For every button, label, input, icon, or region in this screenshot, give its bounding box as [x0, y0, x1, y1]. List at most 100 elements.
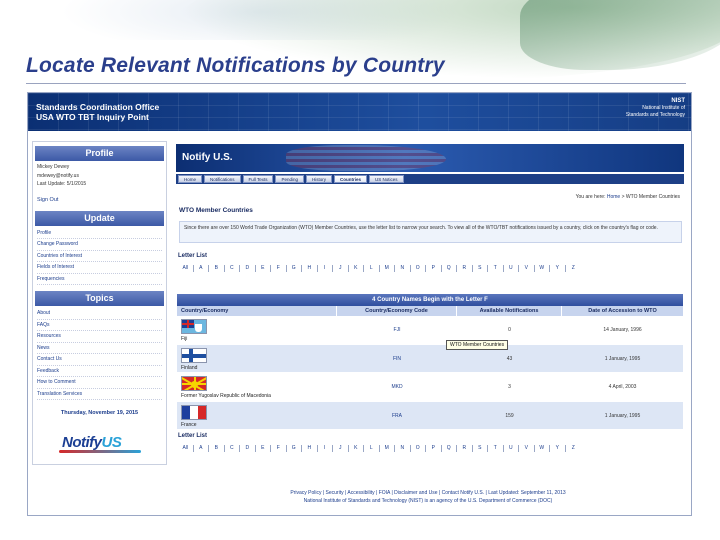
letter-link[interactable]: G	[287, 445, 302, 452]
letter-link[interactable]: O	[411, 265, 426, 272]
country-code-link[interactable]: FJI	[394, 327, 401, 333]
country-code-link[interactable]: FIN	[393, 356, 401, 362]
letter-link[interactable]: J	[333, 445, 349, 452]
notifications-cell: 159	[505, 412, 514, 419]
letter-link[interactable]: F	[271, 445, 287, 452]
breadcrumb-prefix: You are here:	[575, 194, 606, 200]
letter-link[interactable]: L	[364, 445, 380, 452]
sidebar-item-faqs[interactable]: FAQs	[37, 320, 162, 331]
letter-link[interactable]: I	[318, 445, 333, 452]
letter-link[interactable]: A	[194, 445, 209, 452]
slide-title: Locate Relevant Notifications by Country	[26, 54, 445, 77]
letter-link[interactable]: V	[519, 445, 535, 452]
letter-link[interactable]: Y	[550, 265, 566, 272]
country-code-link[interactable]: MKD	[391, 384, 402, 390]
notify-header-title: Notify U.S.	[182, 152, 233, 163]
letter-link[interactable]: J	[333, 265, 349, 272]
fiji-flag-icon[interactable]	[181, 319, 207, 334]
tab-notifications[interactable]: Notifications	[204, 175, 241, 183]
letter-link[interactable]: G	[287, 265, 302, 272]
letter-link[interactable]: Y	[550, 445, 566, 452]
letter-link[interactable]: All	[178, 265, 194, 272]
sidebar-item-frequencies[interactable]: Frequencies	[37, 274, 162, 285]
letter-link[interactable]: D	[240, 265, 256, 272]
letter-link[interactable]: All	[178, 445, 194, 452]
sign-out-link[interactable]: Sign Out	[33, 191, 166, 207]
tab-full-texts[interactable]: Full Texts	[242, 175, 274, 183]
letter-link[interactable]: I	[318, 265, 333, 272]
letter-link[interactable]: W	[535, 265, 550, 272]
notify-us-page: Standards Coordination Office U S A W T O T B…	[27, 92, 692, 516]
sidebar-item-countries-of-interest[interactable]: Countries of Interest	[37, 251, 162, 262]
letter-link[interactable]: A	[194, 265, 209, 272]
tab-countries[interactable]: Countries	[334, 175, 368, 183]
sidebar-item-about[interactable]: About	[37, 308, 162, 320]
letter-link[interactable]: T	[488, 445, 504, 452]
letter-link[interactable]: W	[535, 445, 550, 452]
letter-link[interactable]: P	[426, 265, 442, 272]
letter-link[interactable]: K	[349, 445, 364, 452]
letter-link[interactable]: M	[380, 445, 395, 452]
letter-link[interactable]: H	[302, 265, 318, 272]
country-name: Former Yugoslav Republic of Macedonia	[181, 393, 271, 399]
letter-link[interactable]: B	[209, 265, 225, 272]
letter-list-top: All A B C D E F G H I J K L M N O P Q R S T U V W Y Z	[178, 264, 658, 273]
macedonia-flag-icon[interactable]	[181, 376, 207, 391]
letter-link[interactable]: S	[473, 265, 488, 272]
letter-link[interactable]: K	[349, 265, 364, 272]
finland-flag-icon[interactable]	[181, 347, 207, 363]
letter-list-bottom: All A B C D E F G H I J K L M N O P Q R S T U V W Y Z	[178, 444, 658, 453]
letter-link[interactable]: N	[395, 265, 411, 272]
letter-link[interactable]: R	[457, 445, 473, 452]
fiji-flag-shield	[195, 324, 202, 332]
tab-history[interactable]: History	[305, 175, 332, 183]
banner-title[interactable]: Standards Coordination Office USA WTO TB…	[36, 102, 159, 122]
nist-line1: National Institute of	[642, 105, 685, 111]
sidebar-item-how-to-comment[interactable]: How to Comment	[37, 377, 162, 389]
france-flag-icon[interactable]	[181, 404, 207, 420]
tab-us-notices[interactable]: US Notices	[369, 175, 404, 183]
sidebar-item-translation-services[interactable]: Translation Services	[37, 389, 162, 400]
letter-link[interactable]: F	[271, 265, 287, 272]
letter-link[interactable]: P	[426, 445, 442, 452]
letter-link[interactable]: N	[395, 445, 411, 452]
breadcrumb-home-link[interactable]: Home	[607, 194, 620, 200]
letter-link[interactable]: B	[209, 445, 225, 452]
letter-link[interactable]: C	[225, 445, 240, 452]
letter-link[interactable]: C	[225, 265, 240, 272]
sidebar-item-change-password[interactable]: Change Password	[37, 239, 162, 251]
country-code-link[interactable]: FRA	[392, 413, 402, 419]
sidebar-item-fields-of-interest[interactable]: Fields of Interest	[37, 262, 162, 274]
letter-link[interactable]: Z	[566, 445, 582, 452]
footer-links[interactable]: Privacy Policy | Security | Accessibilit…	[178, 489, 678, 497]
tab-pending[interactable]: Pending	[275, 175, 304, 183]
letter-link[interactable]: U	[504, 265, 519, 272]
letter-link[interactable]: H	[302, 445, 318, 452]
sidebar-item-contact-us[interactable]: Contact Us	[37, 354, 162, 366]
letter-link[interactable]: R	[457, 265, 473, 272]
profile-last-update: Last Update: 5/1/2015	[37, 181, 87, 187]
notify-us-logo[interactable]: NotifyUS	[59, 432, 145, 454]
letter-link[interactable]: S	[473, 445, 488, 452]
letter-link[interactable]: E	[256, 265, 271, 272]
letter-link[interactable]: O	[411, 445, 426, 452]
letter-link[interactable]: E	[256, 445, 271, 452]
letter-link[interactable]: Z	[566, 265, 582, 272]
banner-title-line1: Standards Coordination Office	[36, 102, 160, 112]
letter-link[interactable]: L	[364, 265, 380, 272]
letter-link[interactable]: T	[488, 265, 504, 272]
sidebar-item-news[interactable]: News	[37, 343, 162, 354]
letter-link[interactable]: V	[519, 265, 535, 272]
sidebar-item-profile[interactable]: Profile	[37, 228, 162, 239]
letter-link[interactable]: Q	[442, 445, 457, 452]
tab-home[interactable]: Home	[178, 175, 203, 183]
nist-logo[interactable]: NIST National Institute of Standards and…	[605, 98, 685, 119]
letter-link[interactable]: Q	[442, 265, 457, 272]
letter-link[interactable]: U	[504, 445, 519, 452]
letter-link[interactable]: D	[240, 445, 256, 452]
column-code: Country/Economy Code	[337, 306, 457, 316]
sidebar-item-resources[interactable]: Resources	[37, 331, 162, 343]
code-cell: MKD	[337, 373, 457, 401]
sidebar-item-feedback[interactable]: Feedback	[37, 366, 162, 377]
letter-link[interactable]: M	[380, 265, 395, 272]
